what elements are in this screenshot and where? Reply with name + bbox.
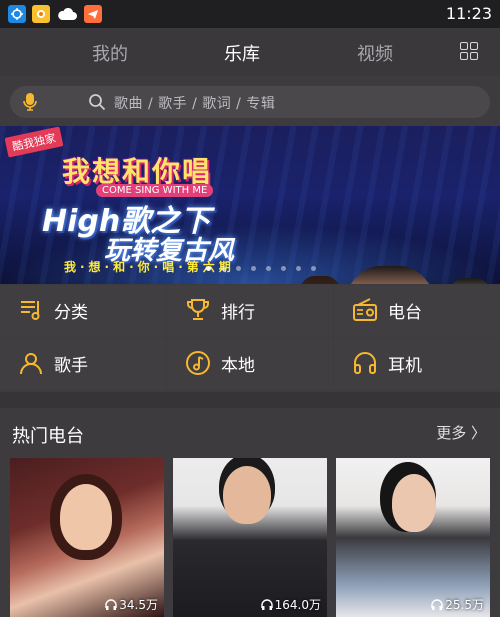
category-ranking[interactable]: 排行 — [167, 285, 333, 337]
grid-icon[interactable] — [460, 42, 478, 60]
listen-count-value: 164.0万 — [274, 598, 321, 612]
trophy-icon — [187, 299, 209, 320]
hot-radio-section: 热门电台 更多 〉 34.5万 164.0万 25.5万 — [0, 408, 500, 617]
radio-card[interactable]: 34.5万 — [10, 458, 164, 617]
radio-card[interactable]: 164.0万 — [173, 458, 327, 617]
listen-count-value: 34.5万 — [119, 598, 158, 612]
music-note-icon — [186, 351, 210, 375]
top-nav: 我的 乐库 视频 — [0, 28, 500, 76]
category-radio[interactable]: 电台 — [334, 285, 500, 337]
search-input[interactable]: 歌曲 / 歌手 / 歌词 / 专辑 — [114, 93, 275, 113]
listen-count: 34.5万 — [105, 596, 158, 613]
banner-pager-dots — [206, 266, 316, 271]
radio-icon — [353, 298, 377, 321]
tab-video[interactable]: 视频 — [357, 40, 393, 66]
app-blue-icon — [8, 5, 26, 23]
listen-count-value: 25.5万 — [445, 598, 484, 612]
radio-cover-image — [60, 484, 112, 550]
radio-cover-image — [223, 466, 271, 524]
headphone-icon — [354, 352, 376, 374]
app-yellow-icon — [32, 5, 50, 23]
category-grid: 分类 排行 电台 歌手 本地 耳机 — [0, 284, 500, 392]
category-label: 耳机 — [388, 356, 422, 376]
section-title: 热门电台 — [12, 426, 84, 447]
category-classify[interactable]: 分类 — [0, 285, 166, 337]
radio-cover-image — [392, 474, 436, 532]
headphone-icon — [431, 599, 443, 610]
mic-icon[interactable] — [22, 92, 38, 112]
category-label: 电台 — [388, 303, 422, 323]
search-bar[interactable]: 歌曲 / 歌手 / 歌词 / 专辑 — [10, 86, 490, 118]
category-singer[interactable]: 歌手 — [0, 338, 166, 390]
radio-card[interactable]: 25.5万 — [336, 458, 490, 617]
tab-library[interactable]: 乐库 — [224, 40, 260, 66]
pager-dot[interactable] — [311, 266, 316, 271]
pager-dot[interactable] — [266, 266, 271, 271]
more-link[interactable]: 更多 〉 — [436, 422, 486, 443]
section-divider — [0, 392, 500, 408]
listen-count: 164.0万 — [260, 596, 321, 613]
pager-dot[interactable] — [206, 266, 211, 271]
category-label: 歌手 — [54, 356, 88, 376]
pager-dot[interactable] — [221, 266, 226, 271]
headphone-icon — [260, 599, 273, 610]
singer-icon — [20, 353, 42, 375]
category-label: 本地 — [221, 356, 255, 376]
category-headphone[interactable]: 耳机 — [334, 338, 500, 390]
telegram-icon — [84, 5, 102, 23]
status-time: 11:23 — [445, 4, 492, 23]
listen-count: 25.5万 — [431, 596, 484, 613]
status-bar: 11:23 — [0, 0, 500, 28]
cloud-icon — [56, 5, 78, 23]
category-label: 排行 — [221, 303, 255, 323]
headphone-icon — [105, 599, 117, 610]
category-label: 分类 — [54, 303, 88, 323]
tab-mine[interactable]: 我的 — [92, 40, 128, 66]
pager-dot[interactable] — [281, 266, 286, 271]
category-local[interactable]: 本地 — [167, 338, 333, 390]
pager-dot[interactable] — [296, 266, 301, 271]
pager-dot[interactable] — [236, 266, 241, 271]
playlist-icon — [21, 301, 40, 320]
pager-dot[interactable] — [251, 266, 256, 271]
search-icon — [89, 94, 106, 111]
